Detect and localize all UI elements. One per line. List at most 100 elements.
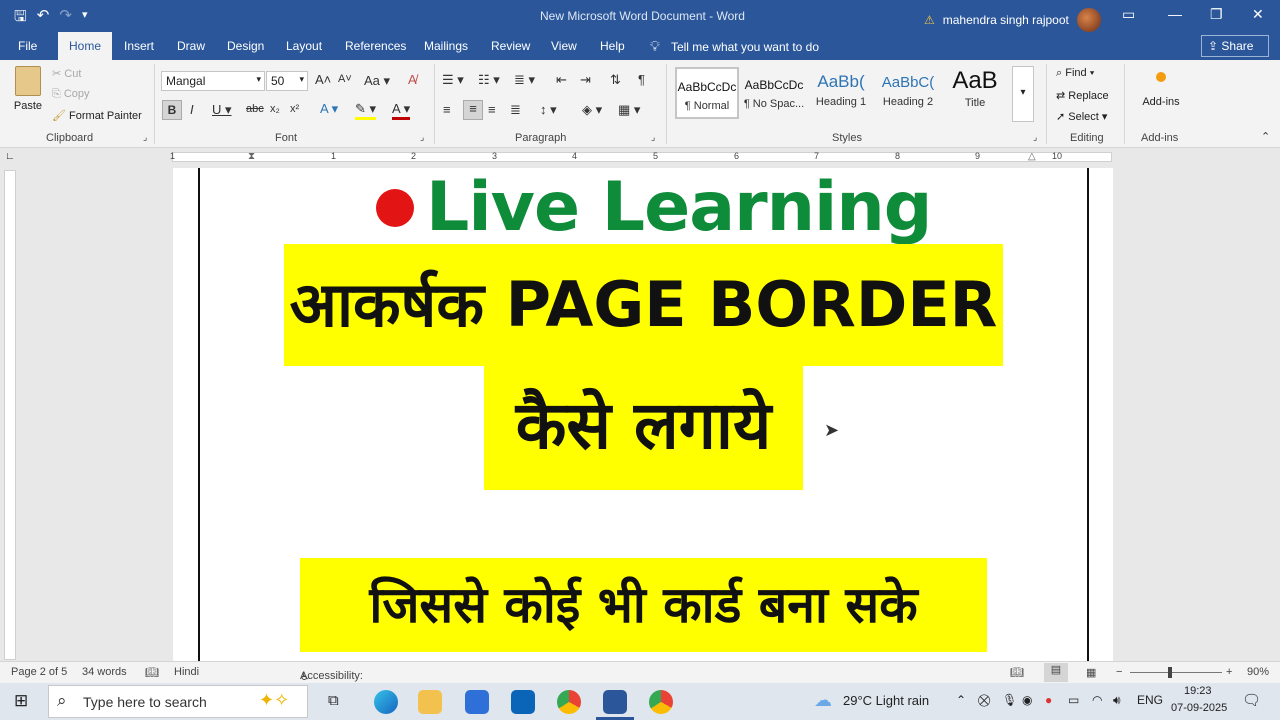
strikethrough-icon[interactable]: abc <box>246 103 264 115</box>
grow-font-icon[interactable]: A˄ <box>315 72 331 87</box>
zoom-slider[interactable] <box>1130 672 1222 673</box>
task-view-icon[interactable]: ⧉ <box>328 692 339 709</box>
tab-mailings[interactable]: Mailings <box>424 39 468 53</box>
styles-more-button[interactable]: ▾ <box>1012 66 1034 122</box>
tab-layout[interactable]: Layout <box>286 39 322 53</box>
cut-button[interactable]: ✂ Cut <box>52 67 81 80</box>
notifications-icon[interactable]: 🗨︎ <box>1242 691 1261 709</box>
close-button[interactable]: ✕ <box>1252 6 1264 23</box>
record-icon[interactable]: ● <box>1045 693 1052 707</box>
dialog-launcher-icon[interactable]: ⌟ <box>1033 132 1037 143</box>
file-explorer-icon[interactable] <box>418 690 442 714</box>
right-indent-marker-icon[interactable]: △ <box>1028 151 1036 162</box>
tell-me-box[interactable]: 💡︎ Tell me what you want to do <box>650 38 819 55</box>
dialog-launcher-icon[interactable]: ⌟ <box>420 132 424 143</box>
battery-icon[interactable]: ▭ <box>1068 693 1079 707</box>
chrome-tray-icon[interactable]: ◉ <box>1022 693 1032 707</box>
restore-button[interactable]: ❐ <box>1210 6 1223 23</box>
text-effects-icon[interactable]: A ▾ <box>320 101 338 117</box>
decrease-indent-icon[interactable]: ⇤ <box>556 72 567 88</box>
line-spacing-icon[interactable]: ↕ ▾ <box>540 102 557 118</box>
microsoft-store-icon[interactable] <box>465 690 489 714</box>
zoom-slider-thumb[interactable] <box>1168 667 1172 678</box>
superscript-icon[interactable]: x² <box>290 103 299 115</box>
volume-icon[interactable]: 🔊︎ <box>1113 693 1121 708</box>
underline-icon[interactable]: U ▾ <box>212 102 232 118</box>
tab-home[interactable]: Home <box>58 32 113 60</box>
print-layout-icon[interactable]: ▤ <box>1044 663 1068 682</box>
indent-marker-icon[interactable]: ⧗ <box>248 151 255 162</box>
italic-icon[interactable]: I <box>190 102 194 117</box>
customize-toolbar-icon[interactable]: ▾ <box>82 8 88 31</box>
tab-draw[interactable]: Draw <box>177 39 205 53</box>
zoom-level[interactable]: 90% <box>1247 666 1269 678</box>
style-no-spacing[interactable]: AaBbCcDc ¶ No Spac... <box>742 67 806 119</box>
align-right-icon[interactable]: ≡ <box>488 102 496 117</box>
shading-icon[interactable]: ◈ ▾ <box>582 102 602 118</box>
font-color-icon[interactable]: A ▾ <box>392 101 411 120</box>
add-ins-button[interactable]: Add-ins <box>1138 70 1184 108</box>
collapse-ribbon-icon[interactable]: ⌃ <box>1261 130 1270 143</box>
tab-review[interactable]: Review <box>491 39 530 53</box>
tab-view[interactable]: View <box>551 39 577 53</box>
edge-icon[interactable] <box>374 690 398 714</box>
show-formatting-icon[interactable]: ¶ <box>638 72 645 87</box>
read-mode-icon[interactable]: 📖︎ <box>1010 666 1024 679</box>
input-language[interactable]: ENG <box>1137 693 1163 707</box>
format-painter-button[interactable]: 🖌︎ Format Painter <box>52 109 142 122</box>
redo-icon[interactable]: ↷ <box>59 6 72 31</box>
find-button[interactable]: ⌕ Find ▾ <box>1056 67 1094 80</box>
undo-icon[interactable]: ↶ <box>37 6 50 31</box>
word-icon[interactable] <box>603 690 627 714</box>
style-normal[interactable]: AaBbCcDc ¶ Normal <box>675 67 739 119</box>
sort-icon[interactable]: ⇅ <box>610 72 621 88</box>
taskbar-search-box[interactable]: ⌕ Type here to search ✦✧ <box>48 685 308 718</box>
share-button[interactable]: ⇪ Share ⌄ <box>1201 35 1269 66</box>
weather-text[interactable]: 29°C Light rain <box>843 693 929 708</box>
align-left-icon[interactable]: ≡ <box>443 102 451 117</box>
network-icon[interactable]: ⛒ <box>978 693 990 708</box>
bullets-icon[interactable]: ☰ ▾ <box>442 72 464 88</box>
mic-icon[interactable]: 🎙︎ <box>1002 693 1017 707</box>
page-count[interactable]: Page 2 of 5 <box>11 666 67 678</box>
font-size-select[interactable]: 50 ▾ <box>266 71 308 91</box>
increase-indent-icon[interactable]: ⇥ <box>580 72 591 88</box>
zoom-out-icon[interactable]: − <box>1116 666 1122 678</box>
bold-icon[interactable]: B <box>162 100 182 120</box>
tab-insert[interactable]: Insert <box>124 39 154 53</box>
style-heading-2[interactable]: AaBbC( Heading 2 <box>876 67 940 119</box>
style-title[interactable]: AaB Title <box>943 67 1007 119</box>
vertical-ruler[interactable] <box>4 170 16 660</box>
paste-button[interactable]: Paste <box>12 66 44 112</box>
shrink-font-icon[interactable]: A˅ <box>338 73 352 85</box>
tab-selector-icon[interactable]: ∟ <box>5 151 15 162</box>
minimize-button[interactable]: — <box>1168 6 1182 22</box>
chrome-profile-icon[interactable] <box>649 690 673 714</box>
copy-button[interactable]: ⎘ Copy <box>52 88 90 101</box>
numbering-icon[interactable]: ☷ ▾ <box>478 72 500 88</box>
web-layout-icon[interactable]: ▦ <box>1086 666 1096 679</box>
dialog-launcher-icon[interactable]: ⌟ <box>143 132 147 143</box>
proofing-icon[interactable]: 📖︎ <box>145 666 159 679</box>
borders-icon[interactable]: ▦ ▾ <box>618 102 640 118</box>
outlook-icon[interactable] <box>511 690 535 714</box>
tab-design[interactable]: Design <box>227 39 264 53</box>
weather-icon[interactable]: ☁︎ <box>814 690 832 711</box>
subscript-icon[interactable]: x₂ <box>270 103 280 115</box>
tab-help[interactable]: Help <box>600 39 625 53</box>
tray-chevron-icon[interactable]: ⌃ <box>956 693 966 707</box>
multilevel-list-icon[interactable]: ≣ ▾ <box>514 72 535 88</box>
change-case-button[interactable]: Aa ▾ <box>364 73 390 89</box>
chrome-icon[interactable] <box>557 690 581 714</box>
clear-formatting-icon[interactable]: A̸ <box>408 72 417 87</box>
style-heading-1[interactable]: AaBb( Heading 1 <box>809 67 873 119</box>
zoom-in-icon[interactable]: + <box>1226 666 1232 678</box>
align-center-icon[interactable]: ≡ <box>463 100 483 120</box>
clock-date[interactable]: 07-09-2025 <box>1171 702 1227 714</box>
save-icon[interactable]: 🖫 <box>14 6 27 31</box>
select-button[interactable]: ➚ Select ▾ <box>1056 110 1107 123</box>
replace-button[interactable]: ⇄ Replace <box>1056 89 1109 102</box>
tab-references[interactable]: References <box>345 39 406 53</box>
document-page[interactable]: Live Learning आकर्षक PAGE BORDER कैसे लग… <box>173 168 1113 662</box>
user-account[interactable]: ⚠ mahendra singh rajpoot <box>924 8 1101 32</box>
